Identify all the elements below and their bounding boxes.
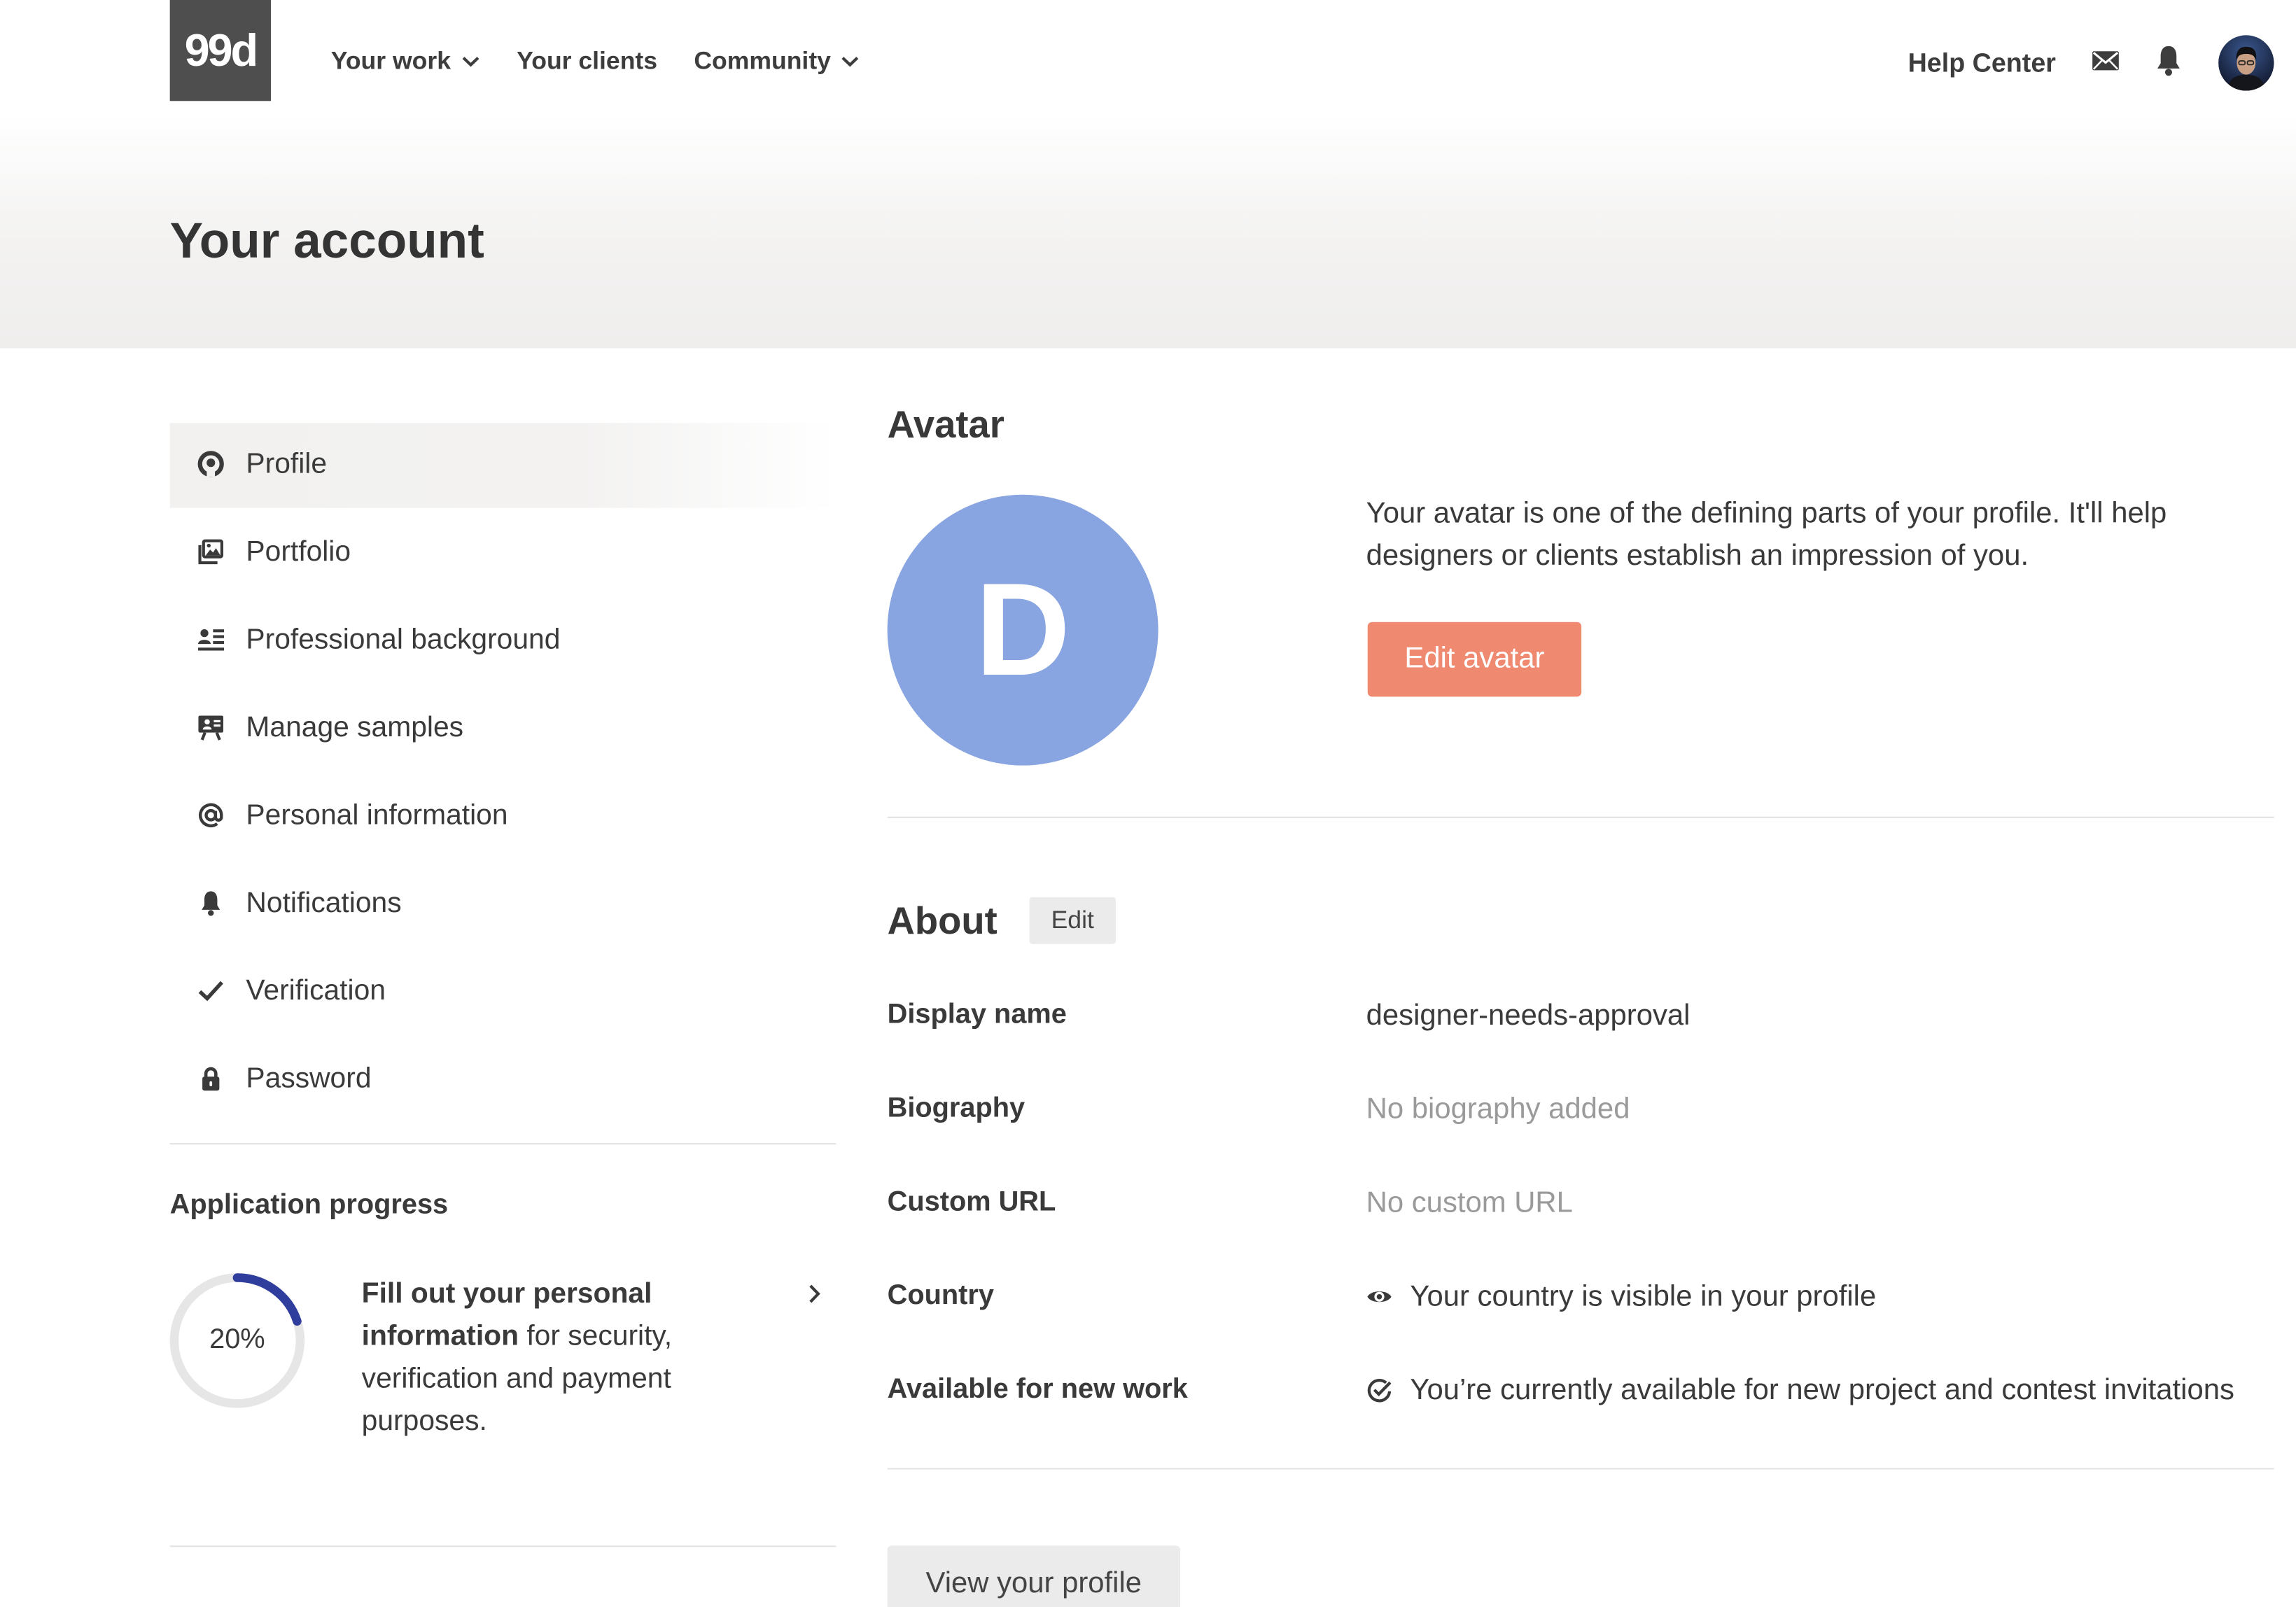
view-profile-button[interactable]: View your profile <box>887 1545 1180 1607</box>
page-title: Your account <box>169 213 484 269</box>
avatar-heading: Avatar <box>887 402 1004 447</box>
sidebar-item-manage-samples[interactable]: Manage samples <box>170 684 836 771</box>
user-photo <box>2218 35 2274 91</box>
sidebar-item-professional-background[interactable]: Professional background <box>170 596 836 683</box>
row-value: Your country is visible in your profile <box>1366 1279 1877 1314</box>
biography-value: No biography added <box>1366 1093 1630 1125</box>
sidebar-item-label: Professional background <box>246 622 561 655</box>
help-center-link[interactable]: Help Center <box>1908 45 2056 80</box>
bell-icon[interactable] <box>2154 44 2183 78</box>
divider <box>887 1468 2274 1470</box>
check-circle-icon <box>1367 1379 1392 1403</box>
sidebar-item-notifications[interactable]: Notifications <box>170 859 836 946</box>
user-avatar[interactable] <box>2218 35 2274 91</box>
manage-samples-icon <box>196 713 225 742</box>
row-label: Display name <box>887 999 1067 1031</box>
availability-value: You’re currently available for new proje… <box>1410 1373 2234 1406</box>
row-value: No custom URL <box>1366 1186 1573 1220</box>
nav-label: Community <box>694 46 831 75</box>
sidebar-item-verification[interactable]: Verification <box>170 947 836 1034</box>
about-row-custom-url: Custom URL No custom URL <box>888 1156 2274 1250</box>
nav-label: Your clients <box>517 46 658 75</box>
about-row-display-name: Display name designer-needs-approval <box>888 969 2274 1062</box>
sidebar-item-label: Password <box>246 1062 372 1095</box>
professional-background-icon <box>196 625 225 654</box>
about-details: Display name designer-needs-approval Bio… <box>888 969 2274 1437</box>
mail-icon[interactable] <box>2091 50 2120 71</box>
sidebar-item-label: Profile <box>246 447 328 479</box>
checkmark-icon <box>196 976 225 1006</box>
divider <box>169 1545 836 1548</box>
logo-text: 99d <box>184 24 258 76</box>
eye-icon <box>1367 1291 1392 1303</box>
nav-your-clients[interactable]: Your clients <box>517 47 657 76</box>
row-label: Country <box>887 1280 994 1312</box>
about-row-country: Country Your country is visible in your … <box>888 1250 2274 1344</box>
at-sign-icon <box>196 801 225 830</box>
sidebar-item-portfolio[interactable]: Portfolio <box>170 508 836 596</box>
nav-community[interactable]: Community <box>694 47 860 76</box>
nav-label: Your work <box>330 46 451 75</box>
row-value: No biography added <box>1366 1093 1630 1126</box>
sidebar-item-label: Manage samples <box>246 710 464 743</box>
account-page: 99d Your work Your clients Community Hel… <box>0 0 2296 1607</box>
custom-url-value: No custom URL <box>1366 1186 1573 1219</box>
bell-icon <box>196 888 225 918</box>
about-heading: About <box>887 898 997 943</box>
nav-your-work[interactable]: Your work <box>331 47 480 76</box>
sidebar-item-label: Personal information <box>246 798 508 831</box>
application-progress-heading: Application progress <box>169 1190 449 1221</box>
row-label: Custom URL <box>887 1186 1056 1218</box>
chevron-right-icon[interactable] <box>807 1282 822 1305</box>
sidebar-item-password[interactable]: Password <box>170 1034 836 1122</box>
sidebar-item-label: Notifications <box>246 886 402 919</box>
country-visibility-value: Your country is visible in your profile <box>1410 1279 1877 1312</box>
about-row-biography: Biography No biography added <box>888 1062 2274 1156</box>
divider <box>169 1143 836 1145</box>
row-value: designer-needs-approval <box>1366 999 1690 1032</box>
profile-icon <box>196 449 225 479</box>
main-nav: Your work Your clients Community <box>331 43 860 80</box>
progress-task-link[interactable]: Fill out your personal information for s… <box>362 1273 728 1443</box>
display-name-value: designer-needs-approval <box>1366 999 1690 1032</box>
avatar-circle: D <box>887 494 1158 766</box>
divider <box>887 816 2274 818</box>
chevron-down-icon <box>462 57 479 67</box>
account-sidebar: Profile Portfolio Professional backgroun… <box>169 420 836 1123</box>
sidebar-item-personal-information[interactable]: Personal information <box>170 771 836 859</box>
progress-percent: 20% <box>209 1324 265 1356</box>
edit-avatar-button[interactable]: Edit avatar <box>1367 622 1582 697</box>
row-label: Available for new work <box>887 1374 1188 1405</box>
row-label: Biography <box>887 1093 1026 1124</box>
99designs-logo[interactable]: 99d <box>169 0 271 101</box>
lock-icon <box>196 1064 225 1093</box>
row-value: You’re currently available for new proje… <box>1366 1373 2234 1407</box>
avatar-initial: D <box>975 556 1071 703</box>
sidebar-item-label: Verification <box>246 974 386 1006</box>
avatar-description: Your avatar is one of the defining parts… <box>1366 497 2167 573</box>
about-row-available-for-new-work: Available for new work You’re currently … <box>888 1344 2274 1438</box>
sidebar-item-label: Portfolio <box>246 535 351 568</box>
portfolio-icon <box>196 537 225 566</box>
edit-about-button[interactable]: Edit <box>1029 897 1116 944</box>
sidebar-item-profile[interactable]: Profile <box>169 420 836 508</box>
chevron-down-icon <box>842 57 860 67</box>
